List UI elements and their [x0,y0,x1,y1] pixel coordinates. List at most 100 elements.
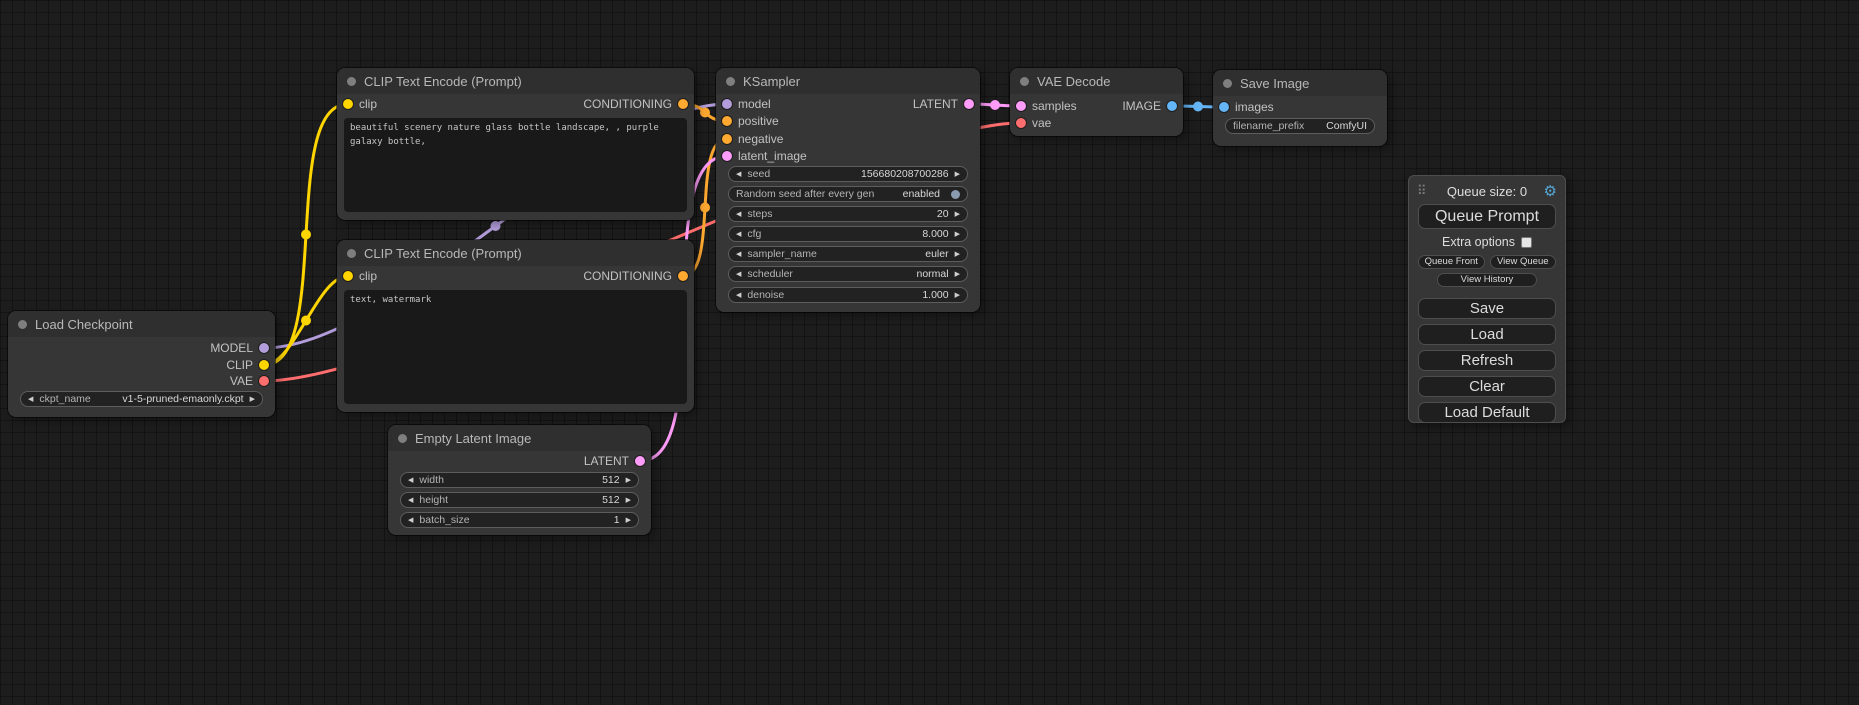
output-slot-conditioning[interactable]: CONDITIONING [583,268,688,284]
slot-dot-vae[interactable] [1016,118,1026,128]
collapse-dot[interactable] [347,249,356,258]
slot-dot-positive[interactable] [722,116,732,126]
increment-arrow-icon[interactable]: ▶ [955,292,960,299]
collapse-dot[interactable] [398,434,407,443]
node-title-bar[interactable]: Load Checkpoint [8,311,275,337]
extra-options-checkbox[interactable] [1521,237,1532,248]
increment-arrow-icon[interactable]: ▶ [250,396,255,403]
slot-dot-clip[interactable] [343,99,353,109]
graph-canvas[interactable]: Load Checkpoint MODEL CLIP VAE ◀ ckpt_na… [0,0,1859,705]
prompt-textarea[interactable]: text, watermark [344,290,687,404]
widget-sampler-name[interactable]: ◀ sampler_name euler ▶ [728,246,968,262]
input-slot-images[interactable]: images [1219,99,1274,115]
decrement-arrow-icon[interactable]: ◀ [408,497,413,504]
widget-batch-size[interactable]: ◀ batch_size 1 ▶ [400,512,639,528]
slot-dot-conditioning[interactable] [678,271,688,281]
slot-dot-vae[interactable] [259,376,269,386]
widget-scheduler[interactable]: ◀ scheduler normal ▶ [728,266,968,282]
widget-cfg[interactable]: ◀ cfg 8.000 ▶ [728,226,968,242]
decrement-arrow-icon[interactable]: ◀ [408,477,413,484]
node-ksampler[interactable]: KSampler model positive negative latent_… [716,68,980,312]
node-load-checkpoint[interactable]: Load Checkpoint MODEL CLIP VAE ◀ ckpt_na… [8,311,275,417]
widget-control-after-generate[interactable]: Random seed after every gen enabled [728,186,968,202]
slot-dot-images[interactable] [1219,102,1229,112]
output-slot-latent[interactable]: LATENT [913,96,974,112]
input-slot-samples[interactable]: samples [1016,98,1077,114]
node-clip-text-encode-negative[interactable]: CLIP Text Encode (Prompt) clip CONDITION… [337,240,694,412]
increment-arrow-icon[interactable]: ▶ [955,211,960,218]
settings-gear-icon[interactable]: ⚙ [1544,182,1557,200]
collapse-dot[interactable] [1223,79,1232,88]
increment-arrow-icon[interactable]: ▶ [955,271,960,278]
widget-steps[interactable]: ◀ steps 20 ▶ [728,206,968,222]
collapse-dot[interactable] [1020,77,1029,86]
decrement-arrow-icon[interactable]: ◀ [736,211,741,218]
output-slot-image[interactable]: IMAGE [1122,98,1177,114]
view-history-button[interactable]: View History [1437,273,1536,287]
decrement-arrow-icon[interactable]: ◀ [736,251,741,258]
slot-dot-clip[interactable] [259,360,269,370]
view-queue-button[interactable]: View Queue [1490,255,1557,269]
node-title-bar[interactable]: CLIP Text Encode (Prompt) [337,68,694,94]
node-title-bar[interactable]: CLIP Text Encode (Prompt) [337,240,694,266]
input-slot-latent-image[interactable]: latent_image [722,148,807,164]
increment-arrow-icon[interactable]: ▶ [955,231,960,238]
decrement-arrow-icon[interactable]: ◀ [408,517,413,524]
input-slot-clip[interactable]: clip [343,268,377,284]
input-slot-model[interactable]: model [722,96,771,112]
node-title-bar[interactable]: Empty Latent Image [388,425,651,451]
increment-arrow-icon[interactable]: ▶ [955,251,960,258]
node-title-bar[interactable]: VAE Decode [1010,68,1183,94]
node-clip-text-encode-positive[interactable]: CLIP Text Encode (Prompt) clip CONDITION… [337,68,694,220]
node-title-bar[interactable]: Save Image [1213,70,1387,96]
input-slot-vae[interactable]: vae [1016,115,1051,131]
slot-dot-latent-image[interactable] [722,151,732,161]
slot-dot-model[interactable] [722,99,732,109]
input-slot-positive[interactable]: positive [722,113,779,129]
slot-dot-samples[interactable] [1016,101,1026,111]
output-slot-vae[interactable]: VAE [230,373,269,389]
queue-prompt-button[interactable]: Queue Prompt [1418,204,1556,229]
node-empty-latent-image[interactable]: Empty Latent Image LATENT ◀ width 512 ▶ … [388,425,651,535]
load-default-button[interactable]: Load Default [1418,402,1556,423]
widget-seed[interactable]: ◀ seed 156680208700286 ▶ [728,166,968,182]
increment-arrow-icon[interactable]: ▶ [626,517,631,524]
queue-front-button[interactable]: Queue Front [1418,255,1485,269]
node-save-image[interactable]: Save Image images filename_prefix ComfyU… [1213,70,1387,146]
refresh-button[interactable]: Refresh [1418,350,1556,371]
slot-dot-latent[interactable] [964,99,974,109]
slot-dot-latent[interactable] [635,456,645,466]
widget-width[interactable]: ◀ width 512 ▶ [400,472,639,488]
decrement-arrow-icon[interactable]: ◀ [736,292,741,299]
drag-handle-icon[interactable]: ⠿ [1417,183,1427,199]
prompt-textarea[interactable]: beautiful scenery nature glass bottle la… [344,118,687,212]
decrement-arrow-icon[interactable]: ◀ [736,171,741,178]
decrement-arrow-icon[interactable]: ◀ [736,231,741,238]
node-vae-decode[interactable]: VAE Decode samples vae IMAGE [1010,68,1183,136]
clear-button[interactable]: Clear [1418,376,1556,397]
widget-height[interactable]: ◀ height 512 ▶ [400,492,639,508]
collapse-dot[interactable] [726,77,735,86]
node-title-bar[interactable]: KSampler [716,68,980,94]
widget-filename-prefix[interactable]: filename_prefix ComfyUI [1225,118,1375,134]
slot-dot-image[interactable] [1167,101,1177,111]
save-button[interactable]: Save [1418,298,1556,319]
increment-arrow-icon[interactable]: ▶ [626,497,631,504]
increment-arrow-icon[interactable]: ▶ [955,171,960,178]
input-slot-negative[interactable]: negative [722,131,783,147]
widget-ckpt-name[interactable]: ◀ ckpt_name v1-5-pruned-emaonly.ckpt ▶ [20,391,263,407]
toggle-indicator[interactable] [951,190,960,199]
decrement-arrow-icon[interactable]: ◀ [28,396,33,403]
output-slot-conditioning[interactable]: CONDITIONING [583,96,688,112]
decrement-arrow-icon[interactable]: ◀ [736,271,741,278]
output-slot-latent[interactable]: LATENT [584,453,645,469]
output-slot-clip[interactable]: CLIP [226,357,269,373]
slot-dot-model[interactable] [259,343,269,353]
increment-arrow-icon[interactable]: ▶ [626,477,631,484]
collapse-dot[interactable] [347,77,356,86]
output-slot-model[interactable]: MODEL [210,340,269,356]
slot-dot-negative[interactable] [722,134,732,144]
load-button[interactable]: Load [1418,324,1556,345]
collapse-dot[interactable] [18,320,27,329]
widget-denoise[interactable]: ◀ denoise 1.000 ▶ [728,287,968,303]
